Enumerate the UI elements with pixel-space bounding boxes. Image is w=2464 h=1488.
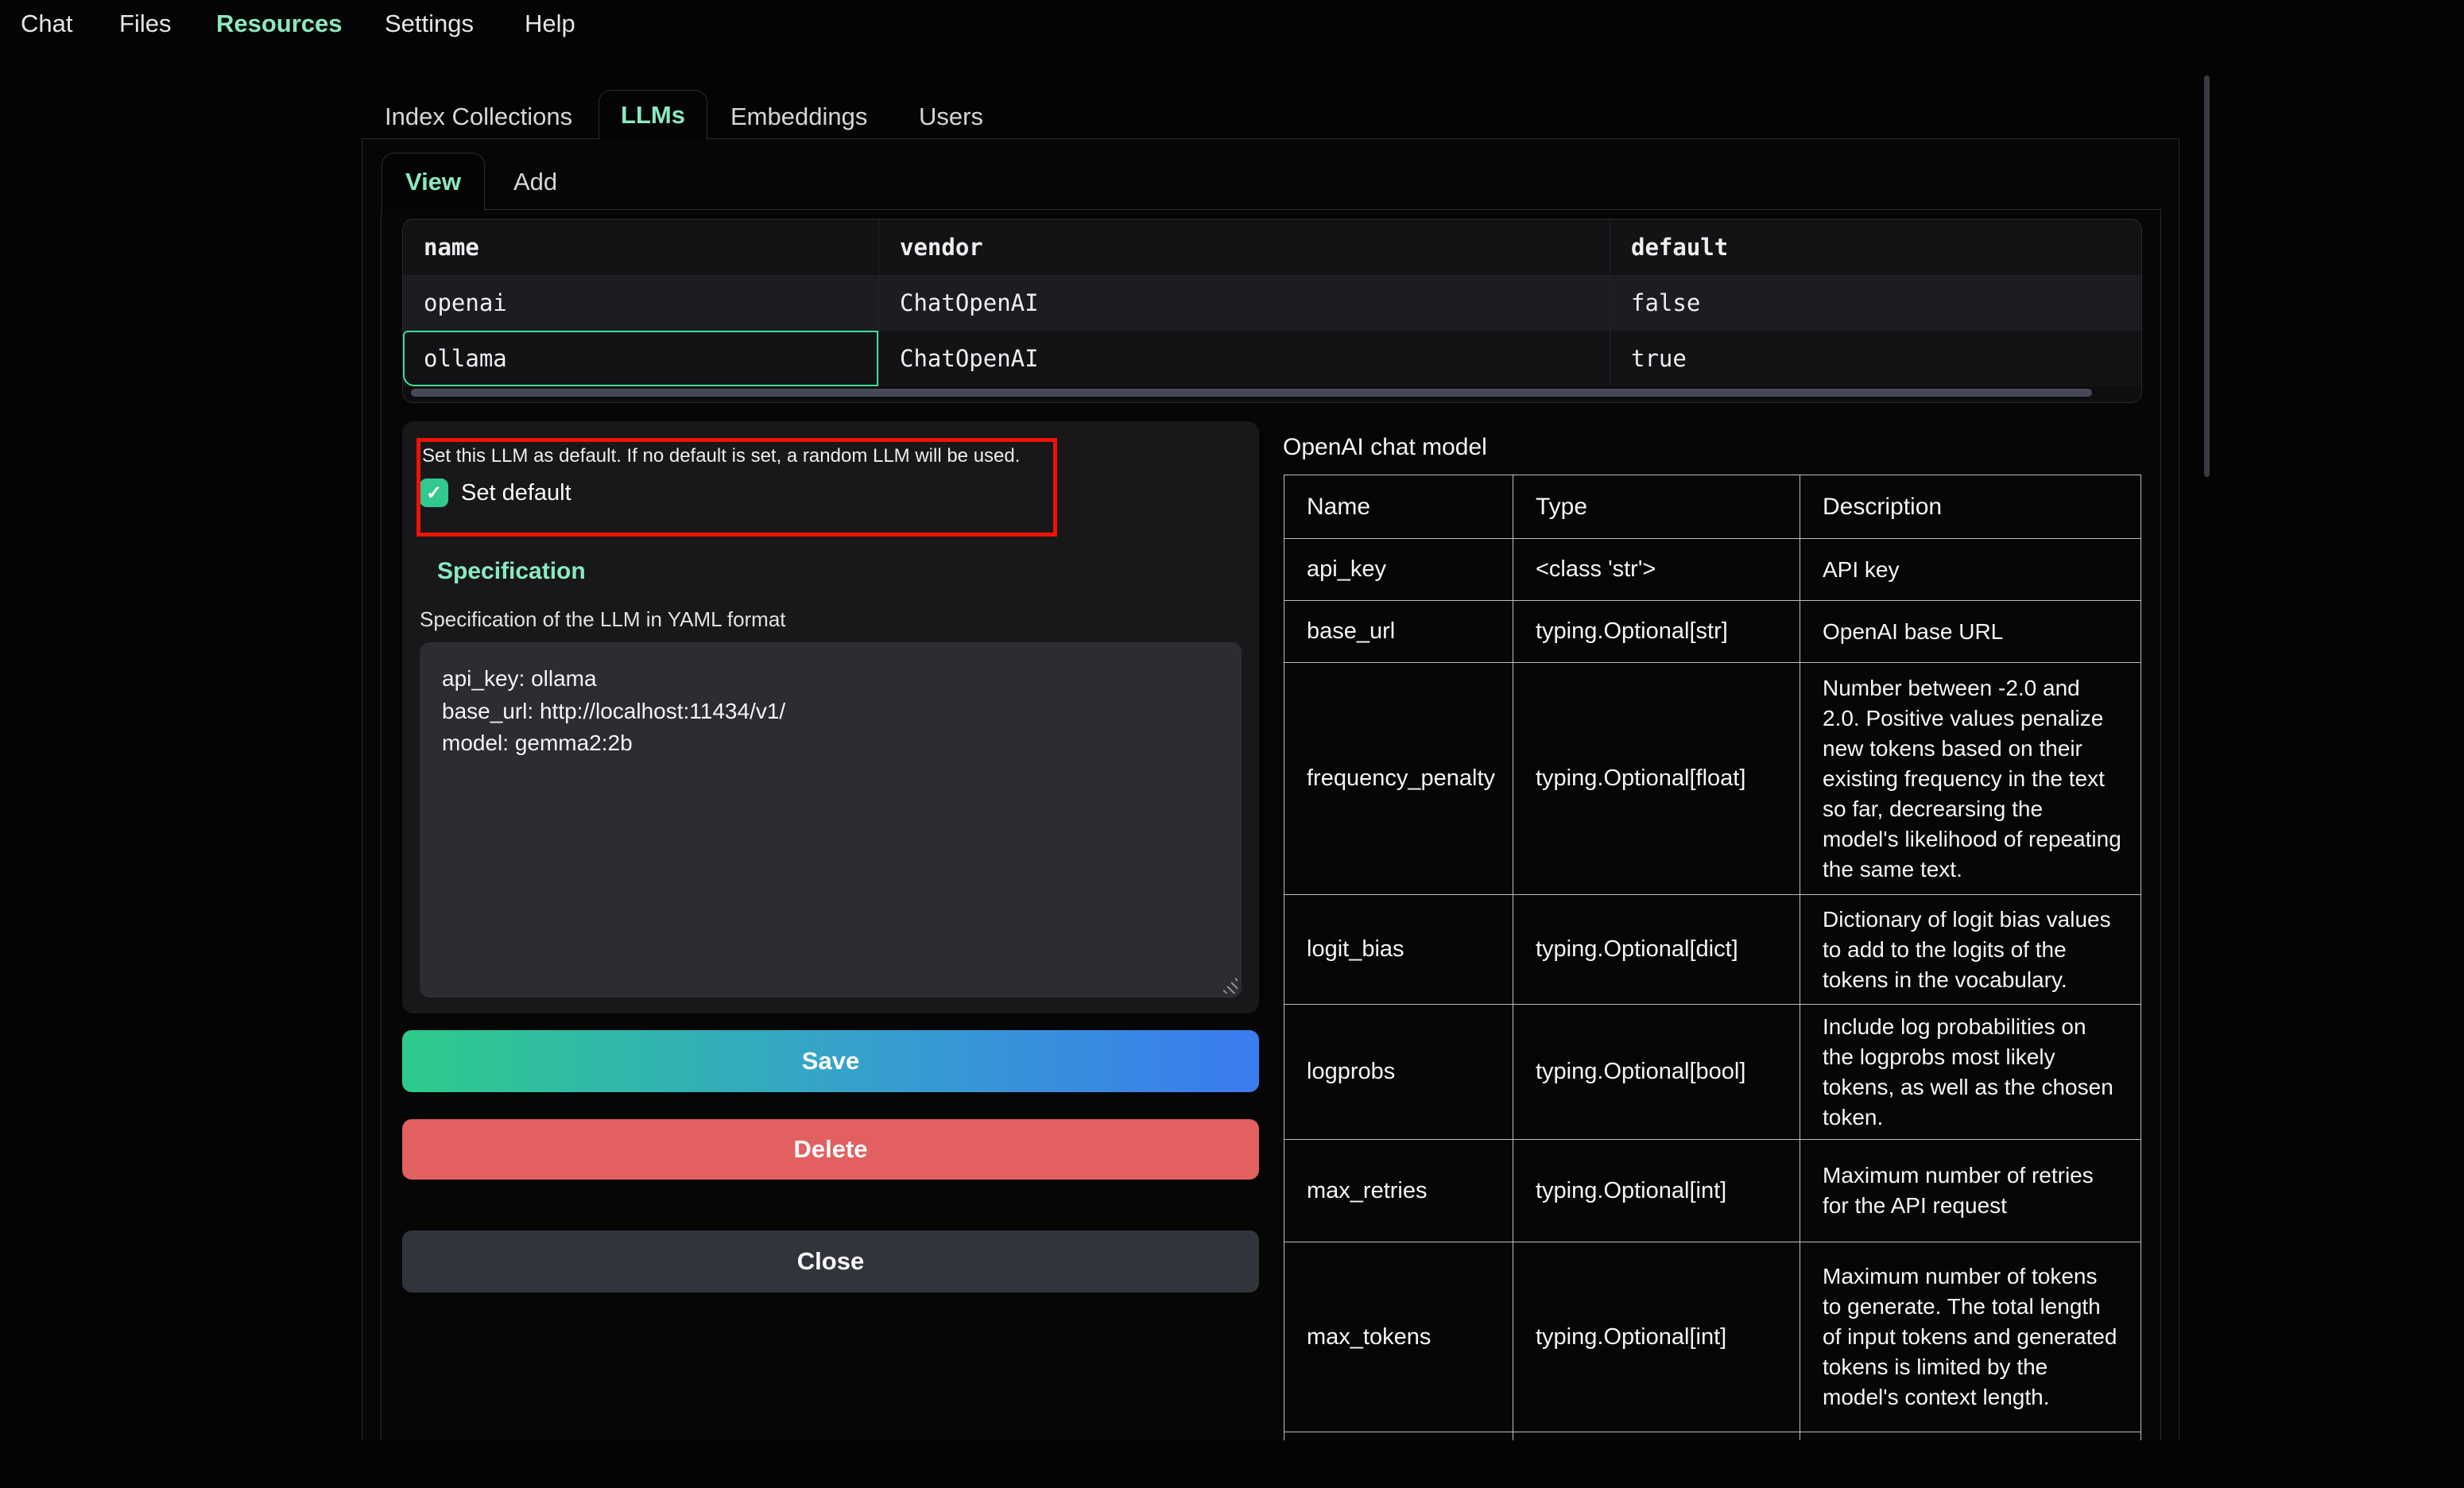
param-description: API key	[1800, 539, 2141, 601]
param-name: logprobs	[1284, 1005, 1513, 1140]
param-type: typing.Optional[str]	[1513, 601, 1800, 663]
table-row: base_url typing.Optional[str] OpenAI bas…	[1284, 601, 2141, 663]
param-type: typing.Optional[int]	[1513, 1140, 1800, 1242]
horizontal-scrollbar-thumb[interactable]	[411, 389, 2092, 397]
detail-panel-title: OpenAI chat model	[1283, 434, 1487, 461]
nav-item-chat[interactable]: Chat	[21, 10, 72, 38]
specification-heading: Specification	[437, 558, 586, 585]
model-parameters-table: Name Type Description api_key <class 'st…	[1284, 475, 2142, 1440]
llm-cell-vendor[interactable]: ChatOpenAI	[879, 275, 1610, 331]
param-type: typing.Optional[int]	[1513, 1242, 1800, 1432]
table-row: max_retries typing.Optional[int] Maximum…	[1284, 1140, 2141, 1242]
yaml-line: model: gemma2:2b	[442, 727, 1219, 760]
detail-header-type: Type	[1513, 475, 1800, 539]
yaml-line: base_url: http://localhost:11434/v1/	[442, 696, 1219, 728]
llm-cell-name-text: ollama	[424, 345, 507, 372]
tab-users[interactable]: Users	[919, 103, 983, 131]
textarea-resize-handle-icon[interactable]	[1220, 976, 1238, 994]
llm-row-ollama-selected[interactable]: ollama ChatOpenAI true	[403, 331, 2141, 386]
subtab-view-label: View	[405, 168, 461, 196]
app-root: { "nav": { "items": [ { "label": "Chat" …	[0, 0, 2464, 1488]
param-description: Dictionary of logit bias values to add t…	[1800, 895, 2141, 1005]
param-type: typing.Optional[float]	[1513, 663, 1800, 895]
param-name: max_retries	[1284, 1140, 1513, 1242]
set-default-help-text: Set this LLM as default. If no default i…	[422, 445, 1050, 467]
table-row-clipped	[1284, 1432, 2141, 1441]
param-description: Include log probabilities on the logprob…	[1800, 1005, 2141, 1140]
param-description: Maximum number of retries for the API re…	[1800, 1140, 2141, 1242]
param-description	[1800, 1432, 2141, 1441]
detail-header-name: Name	[1284, 475, 1513, 539]
table-row: api_key <class 'str'> API key	[1284, 539, 2141, 601]
param-name: logit_bias	[1284, 895, 1513, 1005]
delete-button[interactable]: Delete	[402, 1119, 1259, 1180]
param-name: frequency_penalty	[1284, 663, 1513, 895]
param-name: api_key	[1284, 539, 1513, 601]
llm-table-horizontal-scrollbar[interactable]	[403, 385, 2141, 402]
table-row: logit_bias typing.Optional[dict] Diction…	[1284, 895, 2141, 1005]
table-row: frequency_penalty typing.Optional[float]…	[1284, 663, 2141, 895]
llm-cell-default[interactable]: true	[1610, 331, 2141, 386]
param-type: typing.Optional[dict]	[1513, 895, 1800, 1005]
tab-llms-active[interactable]: LLMs	[599, 90, 707, 139]
param-type: typing.Optional[bool]	[1513, 1005, 1800, 1140]
tab-llms-label: LLMs	[621, 101, 685, 130]
tab-embeddings[interactable]: Embeddings	[730, 103, 867, 131]
param-description: Number between -2.0 and 2.0. Positive va…	[1800, 663, 2141, 895]
yaml-line: api_key: ollama	[442, 663, 1219, 696]
llm-table-header-row: name vendor default	[403, 219, 2141, 275]
specification-sublabel: Specification of the LLM in YAML format	[420, 607, 786, 632]
detail-header-row: Name Type Description	[1284, 475, 2141, 539]
llm-cell-name[interactable]: ollama	[403, 331, 879, 386]
yaml-specification-textarea[interactable]: api_key: ollama base_url: http://localho…	[420, 642, 1242, 998]
llm-row-openai[interactable]: openai ChatOpenAI false	[403, 275, 2141, 331]
tab-index-collections[interactable]: Index Collections	[385, 103, 572, 131]
param-type	[1513, 1432, 1800, 1441]
llm-cell-vendor[interactable]: ChatOpenAI	[879, 331, 1610, 386]
page-scrollbar-thumb[interactable]	[2204, 76, 2210, 477]
param-name	[1284, 1432, 1513, 1441]
param-description: Maximum number of tokens to generate. Th…	[1800, 1242, 2141, 1432]
llm-header-vendor: vendor	[879, 219, 1610, 275]
llm-header-default: default	[1610, 219, 2141, 275]
save-button[interactable]: Save	[402, 1030, 1259, 1092]
nav-item-resources[interactable]: Resources	[216, 10, 343, 38]
param-name: base_url	[1284, 601, 1513, 663]
llm-header-name: name	[403, 219, 879, 275]
nav-item-help[interactable]: Help	[525, 10, 575, 38]
llm-cell-default[interactable]: false	[1610, 275, 2141, 331]
subtab-add[interactable]: Add	[513, 168, 557, 196]
param-type: <class 'str'>	[1513, 539, 1800, 601]
llm-cell-name[interactable]: openai	[403, 275, 879, 331]
param-description: OpenAI base URL	[1800, 601, 2141, 663]
param-name: max_tokens	[1284, 1242, 1513, 1432]
table-row: logprobs typing.Optional[bool] Include l…	[1284, 1005, 2141, 1140]
close-button[interactable]: Close	[402, 1230, 1259, 1292]
checkmark-icon: ✓	[426, 482, 442, 505]
nav-item-files[interactable]: Files	[119, 10, 171, 38]
nav-item-settings[interactable]: Settings	[385, 10, 474, 38]
set-default-checkbox[interactable]: ✓	[420, 479, 448, 507]
set-default-label: Set default	[461, 480, 571, 506]
detail-header-description: Description	[1800, 475, 2141, 539]
table-row: max_tokens typing.Optional[int] Maximum …	[1284, 1242, 2141, 1432]
subtab-view-active[interactable]: View	[382, 153, 485, 210]
llm-list-table: name vendor default openai ChatOpenAI fa…	[402, 219, 2142, 403]
